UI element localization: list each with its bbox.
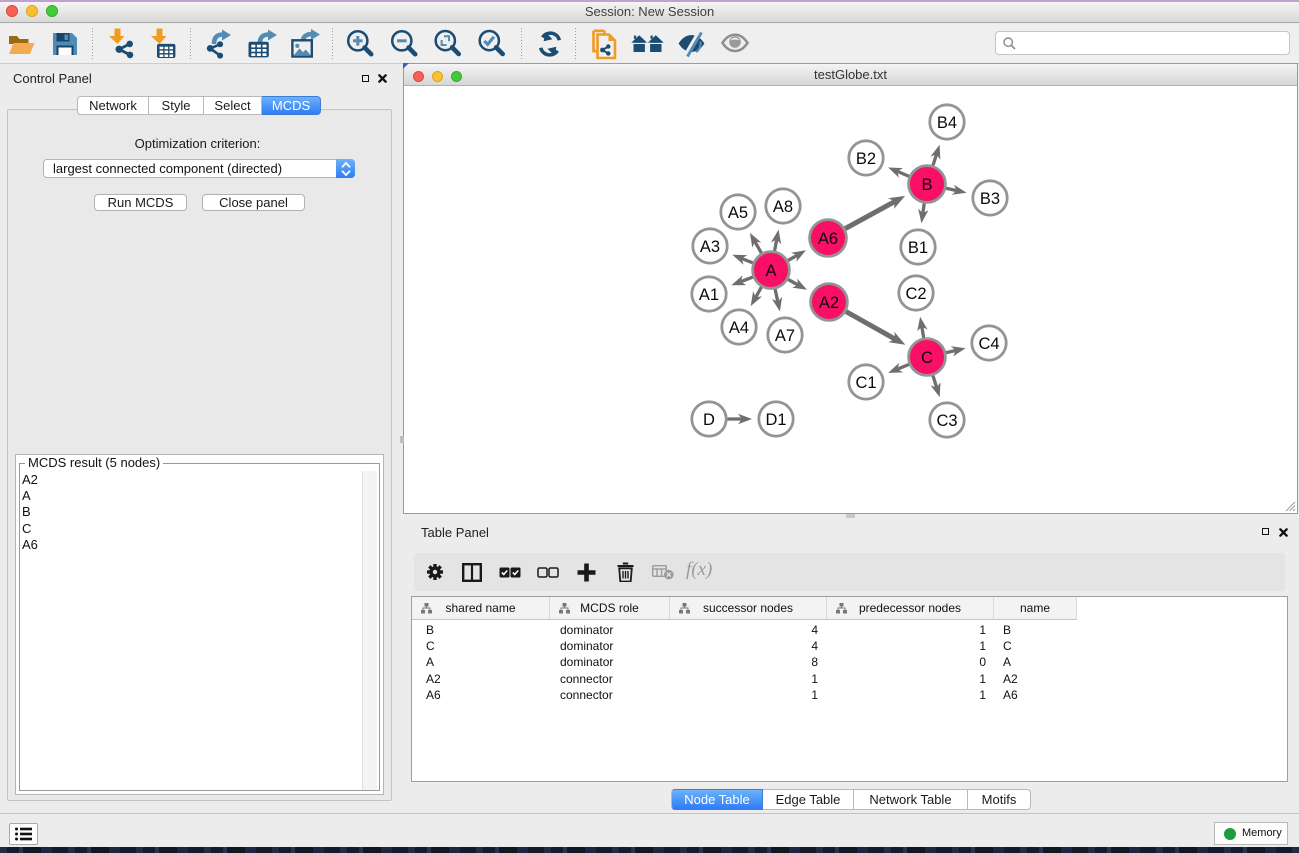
svg-text:D1: D1 <box>765 411 786 429</box>
svg-text:B3: B3 <box>980 190 1000 208</box>
svg-text:B: B <box>921 176 932 194</box>
svg-text:B4: B4 <box>937 114 957 132</box>
svg-text:A: A <box>765 262 776 280</box>
svg-text:A7: A7 <box>775 327 795 345</box>
svg-text:B1: B1 <box>908 239 928 257</box>
svg-text:C3: C3 <box>936 412 957 430</box>
svg-text:A5: A5 <box>728 204 748 222</box>
svg-text:C4: C4 <box>978 335 999 353</box>
svg-text:C2: C2 <box>905 285 926 303</box>
svg-text:A6: A6 <box>818 230 838 248</box>
svg-text:A2: A2 <box>819 294 839 312</box>
svg-text:A8: A8 <box>773 198 793 216</box>
svg-text:B2: B2 <box>856 150 876 168</box>
svg-text:C1: C1 <box>855 374 876 392</box>
svg-text:A4: A4 <box>729 319 749 337</box>
svg-text:A3: A3 <box>700 238 720 256</box>
svg-text:D: D <box>703 411 715 429</box>
svg-text:C: C <box>921 349 933 367</box>
svg-text:A1: A1 <box>699 286 719 304</box>
